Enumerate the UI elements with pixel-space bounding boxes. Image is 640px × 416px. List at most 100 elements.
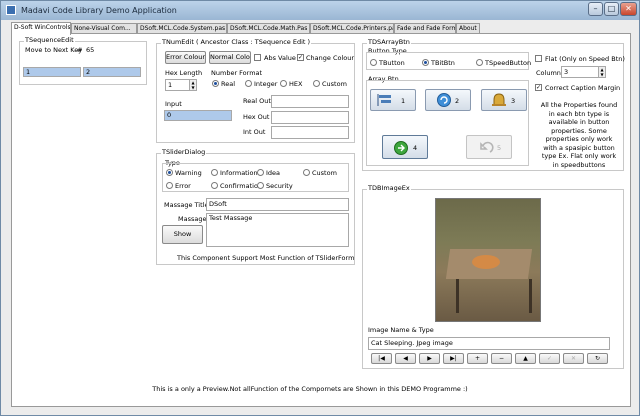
real-out-label: Real Out xyxy=(243,97,271,105)
massage-title-label: Massage Title xyxy=(164,201,209,209)
type-error-label: Error xyxy=(175,182,191,190)
cat-shape xyxy=(472,255,500,269)
next-key-value: 65 xyxy=(86,46,95,54)
type-idea-label: Idea xyxy=(266,169,281,177)
normal-colour-button[interactable]: Normal Colour xyxy=(209,51,251,64)
array-description: All the Properties found in each btn typ… xyxy=(540,101,618,169)
array-button-4[interactable]: 4 xyxy=(382,135,428,159)
array-button-3[interactable]: 3 xyxy=(481,89,527,111)
type-tspeedbutton-radio[interactable] xyxy=(476,59,483,66)
type-confirmation-radio[interactable] xyxy=(211,182,218,189)
tdsarray-group-label: TDSArrayBtn xyxy=(367,38,411,46)
type-error-radio[interactable] xyxy=(166,182,173,189)
nav-next-button[interactable]: ▶ xyxy=(419,353,440,364)
int-out-field xyxy=(271,126,349,139)
slider-note: This Component Support Most Function of … xyxy=(177,254,355,262)
array-button-4-label: 4 xyxy=(413,144,418,152)
minimize-button[interactable]: – xyxy=(588,2,603,16)
tslider-group-label: TSliderDialog xyxy=(161,148,207,156)
type-tbutton-radio[interactable] xyxy=(370,59,377,66)
type-tspeedbutton-label: TSpeedButton xyxy=(485,59,532,67)
format-custom-label: Custom xyxy=(322,80,347,88)
align-icon xyxy=(377,94,391,106)
tnumedit-group-label: TNumEdit ( Ancestor Class : TSequence Ed… xyxy=(161,38,312,46)
format-integer-label: Integer xyxy=(254,80,278,88)
move-next-key-label: Move to Next Key xyxy=(25,46,83,54)
sequence-field-1[interactable]: 1 xyxy=(23,67,81,77)
array-button-1[interactable]: 1 xyxy=(370,89,416,111)
format-hex-radio[interactable] xyxy=(280,80,287,87)
nav-insert-button[interactable]: + xyxy=(467,353,488,364)
close-button[interactable]: ✕ xyxy=(620,2,637,16)
type-warning-label: Warning xyxy=(175,169,202,177)
nav-edit-button[interactable]: ▲ xyxy=(515,353,536,364)
change-colour-checkbox[interactable]: ✓ xyxy=(297,54,304,61)
window-title: Madavi Code Library Demo Application xyxy=(21,6,177,15)
massage-textarea[interactable]: Test Massage xyxy=(206,213,349,247)
array-button-3-label: 3 xyxy=(511,97,516,105)
correct-caption-checkbox[interactable]: ✓ xyxy=(535,84,542,91)
num-input[interactable]: 0 xyxy=(164,110,232,121)
type-confirmation-label: Confirmation xyxy=(220,182,263,190)
maximize-button[interactable]: □ xyxy=(604,2,619,16)
nav-refresh-button[interactable]: ↻ xyxy=(587,353,608,364)
title-bar[interactable]: Madavi Code Library Demo Application – □… xyxy=(1,1,639,20)
image-name-input[interactable]: Cat Sleeping. Jpeg image xyxy=(368,337,610,350)
change-colour-label: Change Colour xyxy=(306,54,355,62)
number-format-label: Number Format xyxy=(211,69,263,77)
flat-label: Flat (Only on Speed Btn) xyxy=(545,55,625,63)
type-information-radio[interactable] xyxy=(211,169,218,176)
columns-down-icon: ▼ xyxy=(600,72,604,77)
correct-caption-label: Correct Caption Margin xyxy=(545,84,621,92)
type-idea-radio[interactable] xyxy=(257,169,264,176)
massage-title-input[interactable]: DSoft xyxy=(206,198,349,211)
abs-value-checkbox[interactable] xyxy=(254,54,261,61)
format-integer-radio[interactable] xyxy=(245,80,252,87)
bell-icon xyxy=(492,93,506,106)
image-name-label: Image Name & Type xyxy=(368,326,434,334)
type-custom-label: Custom xyxy=(312,169,337,177)
tab-dsoft-wincontrols[interactable]: D-Soft WinControls xyxy=(11,22,71,35)
type-security-radio[interactable] xyxy=(257,182,264,189)
type-tbitbtn-radio[interactable] xyxy=(422,59,429,66)
error-colour-button[interactable]: Error Colour xyxy=(165,51,206,64)
format-real-radio[interactable] xyxy=(212,80,219,87)
array-button-5[interactable]: 5 xyxy=(466,135,512,159)
type-custom-radio[interactable] xyxy=(303,169,310,176)
go-forward-icon xyxy=(394,141,408,155)
format-real-label: Real xyxy=(221,80,236,88)
input-label: Input xyxy=(165,100,182,108)
nav-post-button[interactable]: ✓ xyxy=(539,353,560,364)
type-warning-radio[interactable] xyxy=(166,169,173,176)
sequence-field-2[interactable]: 2 xyxy=(83,67,141,77)
real-out-field xyxy=(271,95,349,108)
hex-length-label: Hex Length xyxy=(165,69,203,77)
columns-spinner[interactable]: ▲ ▼ xyxy=(599,66,606,78)
columns-input[interactable]: 3 xyxy=(561,66,599,78)
type-information-label: Information xyxy=(220,169,258,177)
hash-label: # xyxy=(77,46,83,54)
cat-sleeping-image xyxy=(435,198,541,322)
format-custom-radio[interactable] xyxy=(313,80,320,87)
app-icon xyxy=(6,5,16,15)
hex-length-spinner[interactable]: ▲ ▼ xyxy=(190,79,197,91)
array-button-5-label: 5 xyxy=(497,144,502,152)
massage-label: Massage xyxy=(178,215,207,223)
type-security-label: Security xyxy=(266,182,293,190)
array-button-2[interactable]: 2 xyxy=(425,89,471,111)
refresh-icon xyxy=(437,93,451,107)
nav-last-button[interactable]: ▶| xyxy=(443,353,464,364)
spin-down-icon: ▼ xyxy=(191,85,195,90)
bench-legs-shape xyxy=(456,279,532,313)
main-window: Madavi Code Library Demo Application – □… xyxy=(0,0,640,416)
nav-cancel-button[interactable]: ✕ xyxy=(563,353,584,364)
show-button[interactable]: Show xyxy=(162,225,203,244)
tdbimage-group-label: TDBImageEx xyxy=(367,184,411,192)
nav-first-button[interactable]: |◀ xyxy=(371,353,392,364)
abs-value-label: Abs Value xyxy=(264,54,296,62)
nav-delete-button[interactable]: − xyxy=(491,353,512,364)
hex-length-input[interactable]: 1 xyxy=(165,79,190,91)
flat-checkbox[interactable] xyxy=(535,55,542,62)
nav-prior-button[interactable]: ◀ xyxy=(395,353,416,364)
footer-note: This is a only a Preview.Not allFunction… xyxy=(152,385,468,393)
